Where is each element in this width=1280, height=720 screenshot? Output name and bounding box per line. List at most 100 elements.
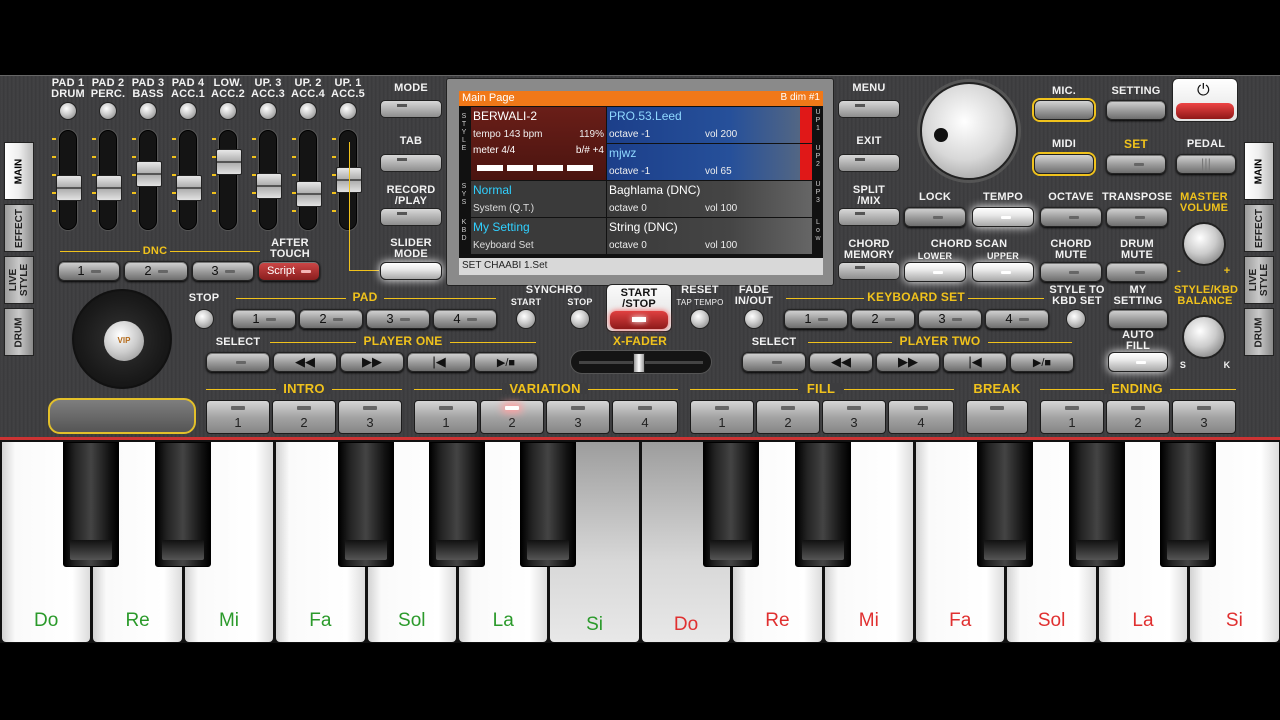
x-fader-handle[interactable] [633, 353, 645, 373]
pad-knob-2[interactable] [99, 102, 117, 120]
lower-voice[interactable]: String (DNC) octave 0 vol 100 [607, 218, 812, 254]
black-key[interactable] [429, 442, 485, 567]
intro-button-1[interactable]: 1 [206, 400, 270, 434]
dnc-button-1[interactable]: 1 [58, 261, 120, 281]
lock-button[interactable] [904, 207, 966, 227]
tab-main-left[interactable]: MAIN [4, 142, 34, 200]
pedal-button[interactable]: ||| [1176, 154, 1236, 174]
break-button[interactable] [966, 400, 1028, 434]
volume-slider-2[interactable] [96, 130, 122, 230]
ending-button-2[interactable]: 2 [1106, 400, 1170, 434]
pad-button-3[interactable]: 3 [366, 309, 430, 329]
slider-handle[interactable] [176, 175, 202, 201]
data-wheel[interactable] [920, 82, 1018, 180]
volume-slider-1[interactable] [56, 130, 82, 230]
power-button[interactable]: ⏻ [1172, 78, 1238, 122]
tab-main-right[interactable]: MAIN [1244, 142, 1274, 200]
set-button[interactable] [1106, 154, 1166, 174]
synchro-start-knob[interactable] [516, 309, 536, 329]
setting-button[interactable] [1106, 100, 1166, 120]
tab-live-style-right[interactable]: LIVE STYLE [1244, 256, 1274, 304]
black-key[interactable] [337, 442, 394, 567]
tempo-button[interactable] [972, 207, 1034, 227]
mode-button[interactable] [380, 100, 442, 118]
style-to-kbd-knob[interactable] [1066, 309, 1086, 329]
pad-knob-1[interactable] [59, 102, 77, 120]
pad-knob-4[interactable] [179, 102, 197, 120]
fill-button-4[interactable]: 4 [888, 400, 954, 434]
variation-button-3[interactable]: 3 [546, 400, 610, 434]
ending-button-1[interactable]: 1 [1040, 400, 1104, 434]
kbd-set-button-1[interactable]: 1 [784, 309, 848, 329]
player-one-select-button[interactable] [206, 352, 270, 372]
slider-mode-button[interactable] [380, 262, 442, 280]
black-key[interactable] [63, 442, 120, 567]
fill-button-1[interactable]: 1 [690, 400, 754, 434]
volume-slider-8[interactable] [336, 130, 362, 230]
volume-slider-6[interactable] [256, 130, 282, 230]
player-one-rewind-button[interactable]: ◀◀ [273, 352, 337, 372]
start-stop-button[interactable]: START /STOP [606, 284, 672, 332]
tab-effect-left[interactable]: EFFECT [4, 204, 34, 252]
player-one-forward-button[interactable]: ▶▶ [340, 352, 404, 372]
chord-scan-lower-button[interactable] [904, 262, 966, 282]
up3-voice[interactable]: Baghlama (DNC) octave 0 vol 100 [607, 181, 812, 217]
pad-knob-6[interactable] [259, 102, 277, 120]
synchro-stop-knob[interactable] [570, 309, 590, 329]
player-two-rewind-button[interactable]: ◀◀ [809, 352, 873, 372]
chord-scan-upper-button[interactable] [972, 262, 1034, 282]
volume-slider-4[interactable] [176, 130, 202, 230]
pad-knob-7[interactable] [299, 102, 317, 120]
tab-live-style-left[interactable]: LIVE STYLE [4, 256, 34, 304]
fill-button-2[interactable]: 2 [756, 400, 820, 434]
midi-button[interactable] [1034, 154, 1094, 174]
transpose-button[interactable] [1106, 207, 1168, 227]
kbd-set-button-3[interactable]: 3 [918, 309, 982, 329]
dnc-button-3[interactable]: 3 [192, 261, 254, 281]
system-block[interactable]: Normal System (Q.T.) [471, 181, 606, 217]
black-key[interactable] [1160, 442, 1217, 567]
fade-knob[interactable] [744, 309, 764, 329]
balance-knob[interactable] [1182, 315, 1226, 359]
exit-button[interactable] [838, 154, 900, 172]
player-two-forward-button[interactable]: ▶▶ [876, 352, 940, 372]
player-two-prev-button[interactable]: |◀ [943, 352, 1007, 372]
slider-handle[interactable] [216, 149, 242, 175]
variation-button-2[interactable]: 2 [480, 400, 544, 434]
black-key[interactable] [794, 442, 851, 567]
menu-button[interactable] [838, 100, 900, 118]
fill-button-3[interactable]: 3 [822, 400, 886, 434]
keyboard-set-block[interactable]: My Setting Keyboard Set [471, 218, 606, 254]
pad-button-1[interactable]: 1 [232, 309, 296, 329]
player-two-select-button[interactable] [742, 352, 806, 372]
tab-effect-right[interactable]: EFFECT [1244, 204, 1274, 252]
slider-handle[interactable] [296, 181, 322, 207]
master-volume-knob[interactable] [1182, 222, 1226, 266]
player-one-play-stop-button[interactable]: ▶/■ [474, 352, 538, 372]
pad-button-2[interactable]: 2 [299, 309, 363, 329]
tab-button[interactable] [380, 154, 442, 172]
pad-knob-8[interactable] [339, 102, 357, 120]
black-key[interactable] [520, 442, 577, 567]
vip-disc[interactable]: VIP [72, 289, 172, 389]
reset-knob[interactable] [690, 309, 710, 329]
blank-pad-button[interactable] [48, 398, 196, 434]
pad-button-4[interactable]: 4 [433, 309, 497, 329]
volume-slider-5[interactable] [216, 130, 242, 230]
dnc-button-2[interactable]: 2 [124, 261, 188, 281]
player-two-play-stop-button[interactable]: ▶/■ [1010, 352, 1074, 372]
intro-button-2[interactable]: 2 [272, 400, 336, 434]
pad-stop-knob[interactable] [194, 309, 214, 329]
chord-mute-button[interactable] [1040, 262, 1102, 282]
drum-mute-button[interactable] [1106, 262, 1168, 282]
slider-handle[interactable] [56, 175, 82, 201]
display-inner[interactable]: Main Page B dim #1 S T Y L E S Y S K B D… [459, 91, 823, 275]
tab-drum-left[interactable]: DRUM [4, 308, 34, 356]
script-button[interactable]: Script [258, 261, 320, 281]
volume-slider-7[interactable] [296, 130, 322, 230]
variation-button-4[interactable]: 4 [612, 400, 678, 434]
variation-button-1[interactable]: 1 [414, 400, 478, 434]
chord-memory-button[interactable] [838, 262, 900, 280]
record-play-button[interactable] [380, 208, 442, 226]
volume-slider-3[interactable] [136, 130, 162, 230]
